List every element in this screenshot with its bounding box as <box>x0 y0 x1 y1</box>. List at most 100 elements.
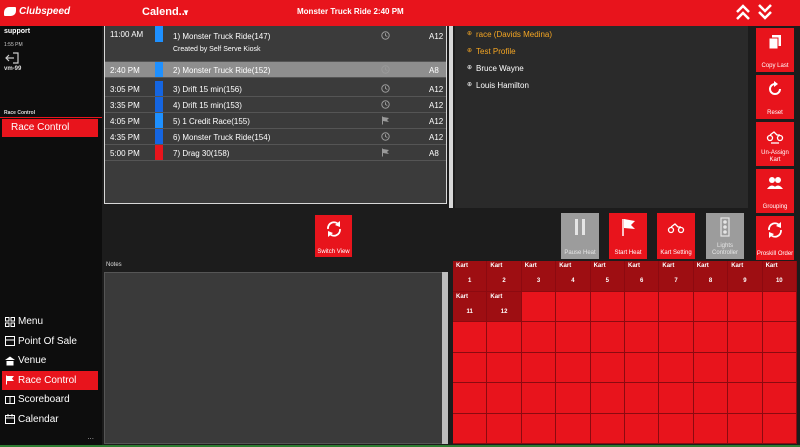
kart-setting-button[interactable]: Kart Setting <box>657 213 695 259</box>
racer-item[interactable]: ⊕ Test Profile <box>467 47 516 56</box>
empty-kart-slot[interactable] <box>487 322 522 353</box>
nav-race-control[interactable]: Race Control <box>2 370 98 390</box>
empty-kart-slot[interactable] <box>521 291 557 322</box>
empty-kart-slot[interactable] <box>762 383 797 414</box>
kart-cell[interactable]: Kart 3 <box>521 261 557 292</box>
empty-kart-slot[interactable] <box>590 413 625 444</box>
empty-kart-slot[interactable] <box>693 291 729 322</box>
grouping-button[interactable]: Grouping <box>756 169 794 213</box>
empty-kart-slot[interactable] <box>556 352 591 383</box>
nav-venue[interactable]: Venue <box>0 351 102 371</box>
empty-kart-slot[interactable] <box>659 322 694 353</box>
lights-controller-button[interactable]: Lights Controller <box>706 213 744 259</box>
empty-kart-slot[interactable] <box>590 291 625 322</box>
empty-kart-slot[interactable] <box>728 383 763 414</box>
nav-point-of-sale[interactable]: Point Of Sale <box>0 332 102 352</box>
empty-kart-slot[interactable] <box>762 322 797 353</box>
empty-kart-slot[interactable] <box>487 413 522 444</box>
empty-kart-slot[interactable] <box>453 352 488 383</box>
empty-kart-slot[interactable] <box>487 352 522 383</box>
empty-kart-slot[interactable] <box>556 413 591 444</box>
pause-heat-button[interactable]: Pause Heat <box>561 213 599 259</box>
empty-kart-slot[interactable] <box>590 322 625 353</box>
heat-row[interactable]: 3:35 PM 4) Drift 15 min(153) A12 <box>105 97 446 113</box>
kart-cell[interactable]: Kart 7 <box>659 261 694 292</box>
kart-cell[interactable]: Kart 11 <box>453 291 488 322</box>
racer-item[interactable]: ⊕ race (Davids Medina) <box>467 30 552 39</box>
nav-menu[interactable]: Menu <box>0 312 102 332</box>
kart-cell[interactable]: Kart 2 <box>487 261 522 292</box>
switch-view-button[interactable]: Switch View <box>315 215 352 257</box>
empty-kart-slot[interactable] <box>693 383 729 414</box>
heat-row[interactable]: 5:00 PM 7) Drag 30(158) A8 <box>105 145 446 161</box>
nav-calendar[interactable]: Calendar <box>0 410 102 430</box>
start-heat-button[interactable]: Start Heat <box>609 213 647 259</box>
kart-cell[interactable]: Kart 4 <box>556 261 591 292</box>
empty-kart-slot[interactable] <box>762 413 797 444</box>
empty-kart-slot[interactable] <box>625 383 660 414</box>
double-chevron-up-icon[interactable] <box>734 1 752 23</box>
empty-kart-slot[interactable] <box>590 383 625 414</box>
heat-row[interactable]: 11:00 AM 1) Monster Truck Ride(147) Crea… <box>105 26 446 62</box>
empty-kart-slot[interactable] <box>487 383 522 414</box>
empty-kart-slot[interactable] <box>728 322 763 353</box>
clock-icon <box>381 84 390 93</box>
empty-kart-slot[interactable] <box>693 352 729 383</box>
empty-kart-slot[interactable] <box>521 383 557 414</box>
empty-kart-slot[interactable] <box>659 291 694 322</box>
racer-item[interactable]: ⊕ Bruce Wayne <box>467 64 524 73</box>
empty-kart-slot[interactable] <box>521 352 557 383</box>
kart-cell[interactable]: Kart 1 <box>453 261 488 292</box>
kart-cell[interactable]: Kart 9 <box>728 261 763 292</box>
heat-row[interactable]: 4:05 PM 5) 1 Credit Race(155) A12 <box>105 113 446 129</box>
empty-kart-slot[interactable] <box>625 291 660 322</box>
kart-cell[interactable]: Kart 8 <box>693 261 729 292</box>
heat-row[interactable]: 3:05 PM 3) Drift 15 min(156) A12 <box>105 81 446 97</box>
double-chevron-down-icon[interactable] <box>756 1 774 23</box>
kart-cell[interactable]: Kart 6 <box>625 261 660 292</box>
empty-kart-slot[interactable] <box>556 322 591 353</box>
heat-row[interactable]: 4:35 PM 6) Monster Truck Ride(154) A12 <box>105 129 446 145</box>
nav-scoreboard[interactable]: Scoreboard <box>0 390 102 410</box>
logout-icon[interactable] <box>4 52 20 64</box>
empty-kart-slot[interactable] <box>728 413 763 444</box>
kart-cell[interactable]: Kart 10 <box>762 261 797 292</box>
heat-track: A8 <box>429 66 439 75</box>
copy-last-button[interactable]: Copy Last <box>756 28 794 72</box>
empty-kart-slot[interactable] <box>728 291 763 322</box>
empty-kart-slot[interactable] <box>521 413 557 444</box>
empty-kart-slot[interactable] <box>659 383 694 414</box>
kart-cell[interactable]: Kart 5 <box>590 261 625 292</box>
empty-kart-slot[interactable] <box>625 322 660 353</box>
reset-button[interactable]: Reset <box>756 75 794 119</box>
calendar-title-dropdown[interactable]: Calend... <box>142 6 188 18</box>
empty-kart-slot[interactable] <box>453 383 488 414</box>
race-control-section-button[interactable]: Race Control <box>2 119 98 137</box>
empty-kart-slot[interactable] <box>453 413 488 444</box>
heat-color-bar <box>155 81 163 96</box>
empty-kart-slot[interactable] <box>728 352 763 383</box>
unassign-kart-button[interactable]: Un-Assign Kart <box>756 122 794 166</box>
empty-kart-slot[interactable] <box>453 322 488 353</box>
empty-kart-slot[interactable] <box>693 413 729 444</box>
kart-cell[interactable]: Kart 12 <box>487 291 522 322</box>
empty-kart-slot[interactable] <box>590 352 625 383</box>
nav-label: Menu <box>18 316 44 328</box>
empty-kart-slot[interactable] <box>762 352 797 383</box>
chevron-down-icon[interactable]: ▼ <box>182 8 190 17</box>
heat-row[interactable]: 2:40 PM 2) Monster Truck Ride(152) A8 <box>105 62 446 78</box>
empty-kart-slot[interactable] <box>625 352 660 383</box>
empty-kart-slot[interactable] <box>659 352 694 383</box>
empty-kart-slot[interactable] <box>625 413 660 444</box>
proskill-order-button[interactable]: Proskill Order <box>756 216 794 260</box>
empty-kart-slot[interactable] <box>521 322 557 353</box>
notes-scrollbar[interactable] <box>442 272 448 444</box>
more-options-icon[interactable]: ... <box>87 432 94 441</box>
empty-kart-slot[interactable] <box>762 291 797 322</box>
empty-kart-slot[interactable] <box>659 413 694 444</box>
empty-kart-slot[interactable] <box>556 291 591 322</box>
notes-textarea[interactable] <box>104 272 448 444</box>
empty-kart-slot[interactable] <box>693 322 729 353</box>
racer-item[interactable]: ⊕ Louis Hamilton <box>467 81 529 90</box>
empty-kart-slot[interactable] <box>556 383 591 414</box>
